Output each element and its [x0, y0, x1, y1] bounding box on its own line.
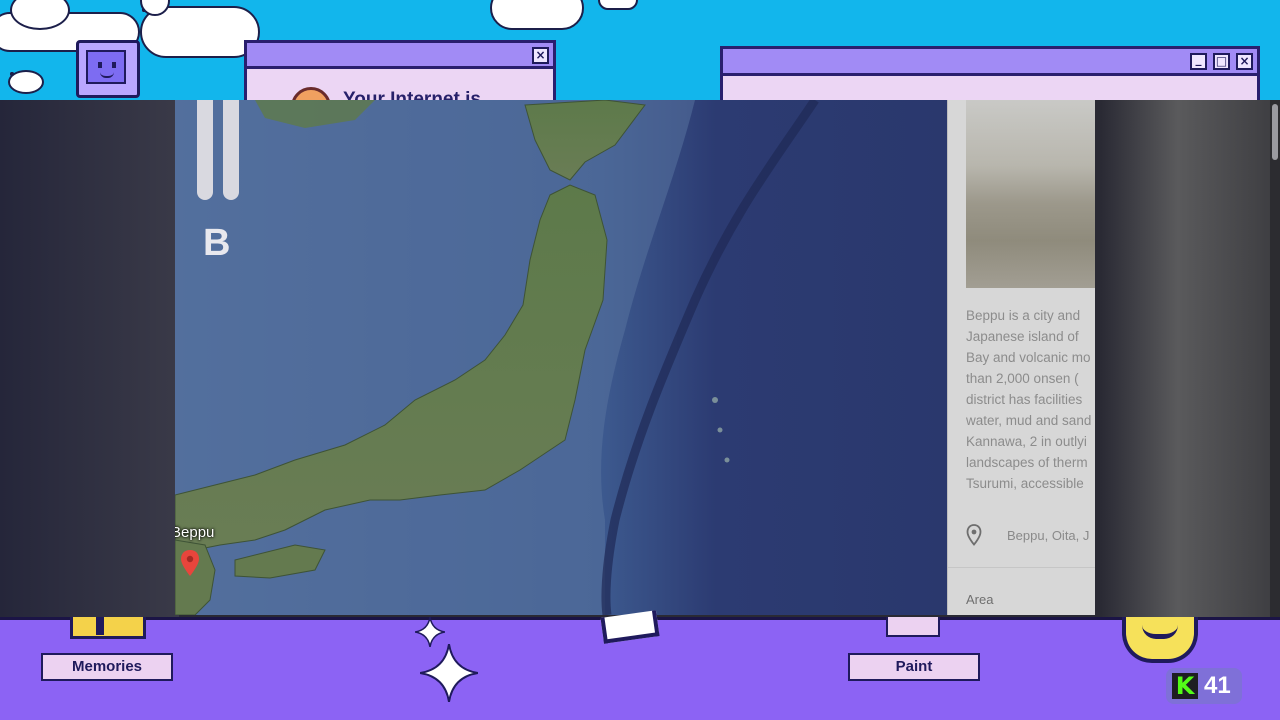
- popup-title: Your Internet is: [343, 89, 481, 100]
- robot-icon[interactable]: [76, 40, 142, 100]
- overlay-bar: [223, 100, 239, 200]
- scrollbar-thumb[interactable]: [1272, 104, 1278, 160]
- smiley-icon[interactable]: [1122, 617, 1198, 663]
- overlay-bar: [197, 100, 213, 200]
- close-icon[interactable]: ×: [1236, 53, 1253, 70]
- viewer-count: 41: [1204, 672, 1231, 699]
- desktop-sky: × Your Internet is _ □ ×: [0, 0, 1280, 100]
- memories-folder-icon[interactable]: [70, 617, 146, 639]
- description-line: district has facilities: [966, 392, 1083, 407]
- sparkle-icon: [420, 644, 478, 702]
- place-photo[interactable]: [966, 100, 1095, 288]
- minimize-icon[interactable]: _: [1190, 53, 1207, 70]
- map-marker-icon[interactable]: [181, 550, 199, 576]
- location-pin-icon: [966, 524, 982, 546]
- main-window[interactable]: _ □ ×: [720, 46, 1260, 100]
- kick-logo-icon: K: [1172, 673, 1198, 699]
- place-description: Beppu is a city and Japanese island of B…: [966, 305, 1095, 494]
- description-line: Japanese island of: [966, 329, 1079, 344]
- sparkle-icon: [415, 617, 445, 647]
- viewer-count-badge: K 41: [1166, 668, 1242, 704]
- popup-window[interactable]: × Your Internet is: [244, 40, 556, 100]
- panel-divider: [948, 567, 1095, 568]
- description-line: landscapes of therm: [966, 455, 1088, 470]
- place-info-panel: Beppu is a city and Japanese island of B…: [947, 100, 1095, 615]
- close-icon[interactable]: ×: [532, 47, 549, 64]
- window-title-bar[interactable]: _ □ ×: [723, 49, 1257, 76]
- satellite-map[interactable]: B Beppu: [175, 100, 947, 615]
- cloud-decoration: [8, 70, 44, 94]
- face-icon: [291, 87, 331, 100]
- paint-icon[interactable]: [886, 617, 940, 637]
- popup-title-bar[interactable]: ×: [247, 43, 553, 69]
- description-line: than 2,000 onsen (: [966, 371, 1079, 386]
- description-line: Bay and volcanic mo: [966, 350, 1091, 365]
- maximize-icon[interactable]: □: [1213, 53, 1230, 70]
- description-line: Tsurumi, accessible: [966, 476, 1084, 491]
- place-address[interactable]: Beppu, Oita, J: [1007, 528, 1089, 543]
- map-overlay-letter: B: [203, 222, 231, 264]
- memories-button[interactable]: Memories: [41, 653, 173, 681]
- description-line: water, mud and sand: [966, 413, 1092, 428]
- description-line: Beppu is a city and: [966, 308, 1081, 323]
- paint-button[interactable]: Paint: [848, 653, 980, 681]
- cloud-decoration: [490, 0, 584, 30]
- memories-folder-icon-detail: [96, 617, 104, 635]
- description-line: Kannawa, 2 in outlyi: [966, 434, 1087, 449]
- scrollbar[interactable]: [1270, 100, 1280, 617]
- cloud-decoration: [598, 0, 638, 10]
- area-heading: Area: [966, 592, 994, 607]
- map-place-label[interactable]: Beppu: [175, 524, 214, 541]
- taskbar: [0, 610, 1280, 720]
- map-terrain: [175, 100, 947, 615]
